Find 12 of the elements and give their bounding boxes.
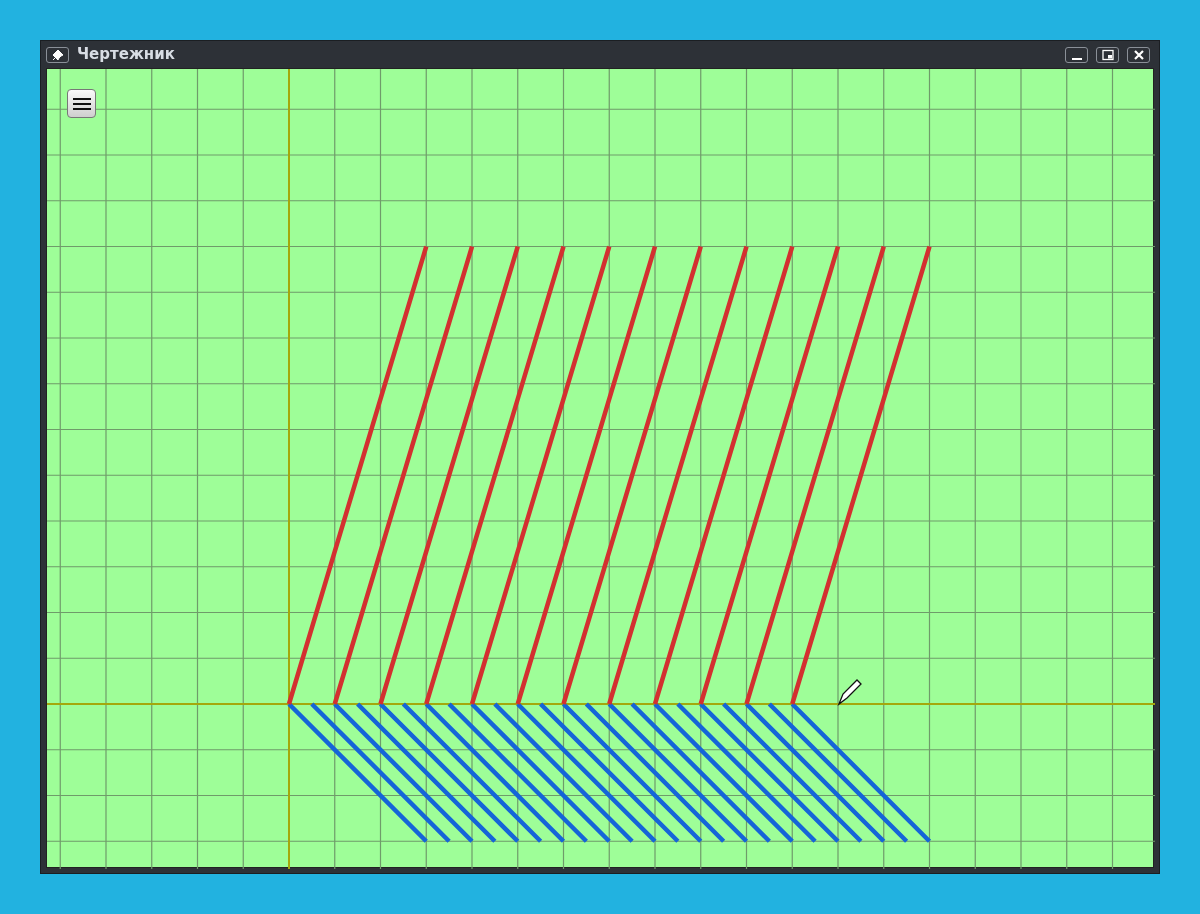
pencil-icon [837,679,862,706]
pin-icon [51,48,64,61]
menu-icon [72,96,91,111]
menu-button[interactable] [67,89,96,118]
restore-icon [1101,48,1114,61]
close-button[interactable] [1127,46,1150,63]
minimize-icon [1071,57,1082,60]
restore-button[interactable] [1096,46,1119,63]
window-title: Чертежник [77,44,175,66]
close-icon [1132,48,1145,61]
minimize-button[interactable] [1065,46,1088,63]
pin-button[interactable] [46,46,69,63]
